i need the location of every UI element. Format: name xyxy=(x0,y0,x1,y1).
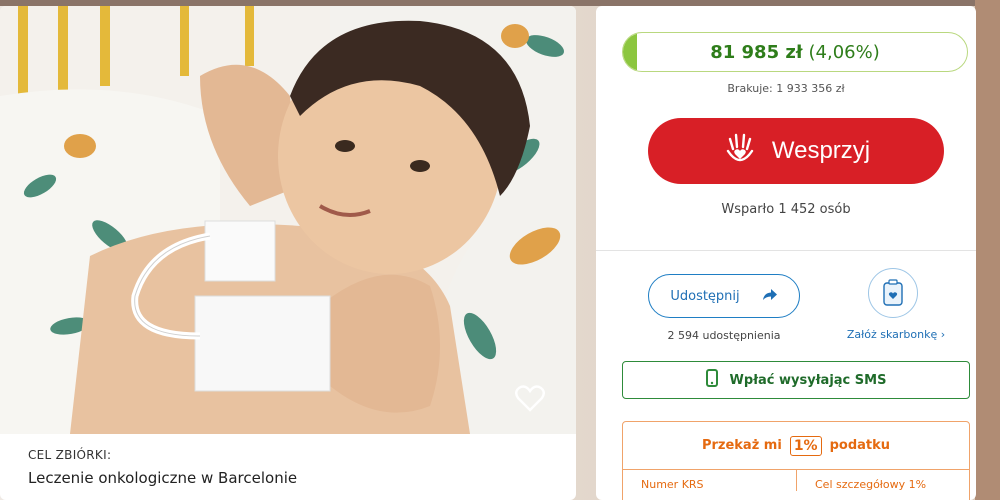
tax-text-after: podatku xyxy=(829,438,891,453)
like-heart-icon[interactable] xyxy=(512,380,548,416)
share-button[interactable]: Udostępnij xyxy=(648,274,800,318)
phone-icon xyxy=(705,369,718,391)
chevron-right-icon: › xyxy=(940,328,946,341)
tax-header: Przekaż mi 1% podatku xyxy=(623,422,969,470)
support-button[interactable]: Wesprzyj xyxy=(648,118,944,184)
create-piggy-bank-link[interactable]: Załóż skarbonkę › xyxy=(816,328,976,341)
share-arrow-icon xyxy=(762,287,778,306)
photo-illustration xyxy=(0,6,576,434)
section-divider xyxy=(596,250,976,251)
tax-percent-badge: 1% xyxy=(789,435,822,456)
tax-text-before: Przekaż mi xyxy=(701,438,782,453)
raised-value: 81 985 zł xyxy=(710,41,803,63)
piggy-link-label: Załóż skarbonkę xyxy=(846,328,938,341)
supporters-count: Wsparło 1 452 osób xyxy=(721,202,851,217)
tax-details-row: Numer KRS Cel szczegółowy 1% xyxy=(623,470,969,491)
support-button-label: Wesprzyj xyxy=(771,137,871,164)
piggy-bank-icon[interactable] xyxy=(868,268,918,318)
goal-text: Leczenie onkologiczne w Barcelonie xyxy=(28,469,298,487)
campaign-card: CEL ZBIÓRKI: Leczenie onkologiczne w Bar… xyxy=(0,6,576,500)
tax-one-percent-box: Przekaż mi 1% podatku Numer KRS Cel szcz… xyxy=(622,421,970,500)
share-count: 2 594 udostępnienia xyxy=(667,329,781,342)
page-background-edge xyxy=(975,0,1000,500)
progress-bar: 81 985 zł (4,06%) xyxy=(622,32,968,72)
campaign-photo xyxy=(0,6,576,434)
goal-label: CEL ZBIÓRKI: xyxy=(28,448,112,462)
raised-amount: 81 985 zł (4,06%) xyxy=(623,33,967,71)
heart-hand-icon xyxy=(722,131,758,171)
missing-amount: Brakuje: 1 933 356 zł xyxy=(727,82,845,95)
raised-percent: (4,06%) xyxy=(808,41,880,63)
krs-number-label[interactable]: Numer KRS xyxy=(623,470,796,491)
campaign-caption: CEL ZBIÓRKI: Leczenie onkologiczne w Bar… xyxy=(0,434,576,487)
sms-button[interactable]: Wpłać wysyłając SMS xyxy=(622,361,970,399)
tax-goal-label[interactable]: Cel szczegółowy 1% xyxy=(796,470,969,491)
sms-button-label: Wpłać wysyłając SMS xyxy=(729,372,887,388)
share-button-label: Udostępnij xyxy=(670,288,740,304)
donation-panel: 81 985 zł (4,06%) Brakuje: 1 933 356 zł … xyxy=(596,6,976,500)
